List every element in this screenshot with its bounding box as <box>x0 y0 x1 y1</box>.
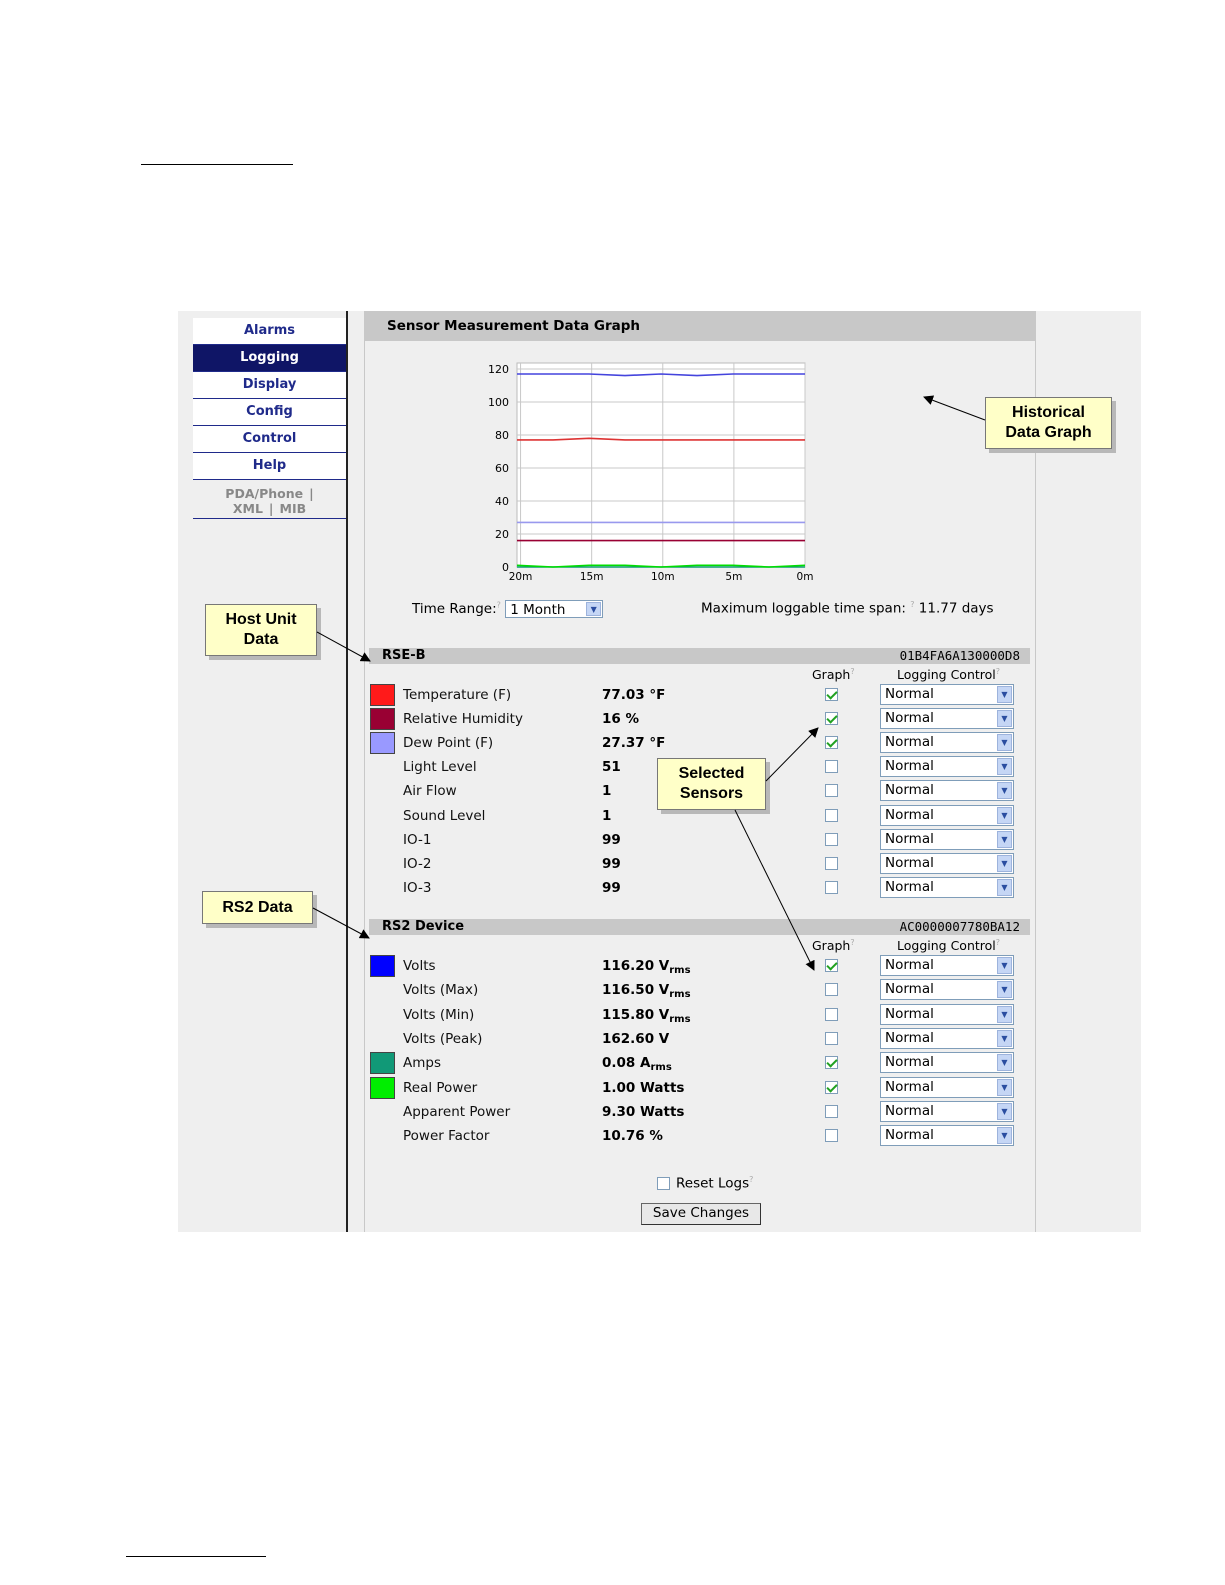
callout-arrows <box>312 395 986 971</box>
arrow-host <box>316 631 371 662</box>
arrow-selected-bottom <box>734 809 815 971</box>
arrow-selected-top <box>765 727 819 782</box>
arrow-historical <box>923 395 986 421</box>
arrow-rs2 <box>312 907 370 939</box>
